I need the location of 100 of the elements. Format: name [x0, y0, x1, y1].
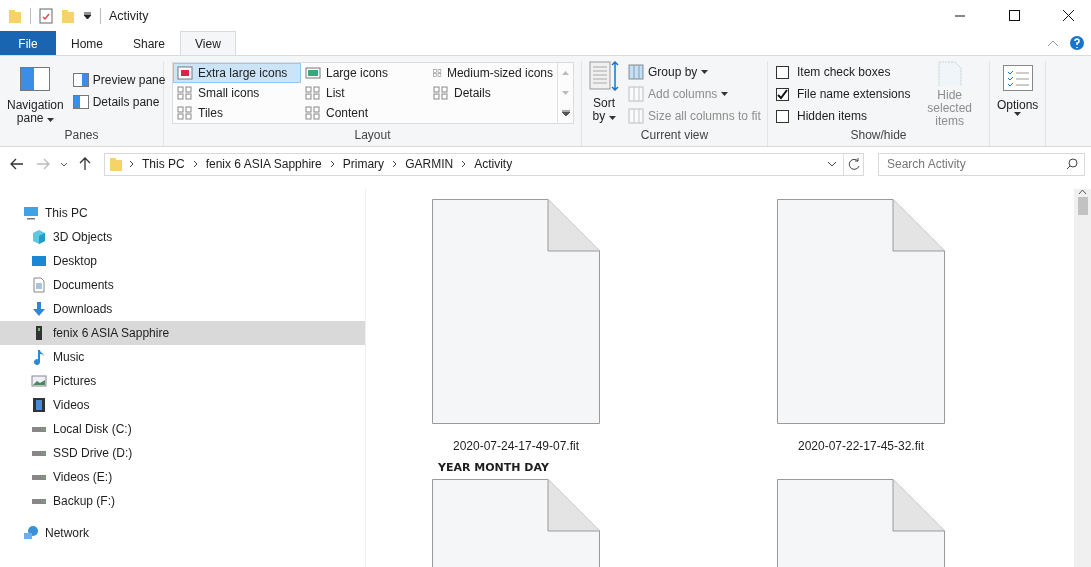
ribbon-tab[interactable]: Share: [118, 31, 181, 55]
checkbox[interactable]: [776, 65, 789, 79]
group-title: Panes: [64, 128, 99, 144]
layout-option[interactable]: List: [301, 83, 429, 103]
layout-option[interactable]: Details: [429, 83, 557, 103]
dropdown-icon[interactable]: [827, 161, 837, 167]
pane-button[interactable]: Preview pane: [70, 69, 168, 91]
page-icon: [937, 61, 962, 86]
chevron-icon: [192, 160, 198, 168]
options-icon: [1002, 65, 1033, 91]
view-layout-icon: [305, 66, 321, 80]
folder-icon: [8, 7, 22, 24]
pane-icon: [72, 95, 89, 109]
group-title: Current view: [640, 128, 709, 144]
nav-item[interactable]: 3D Objects: [0, 225, 365, 249]
caret-icon: [1014, 112, 1022, 116]
address-bar[interactable]: This PC fenix 6 ASIA Sapphire Primary GARMIN Activity: [104, 152, 864, 176]
computer-icon: [23, 205, 39, 221]
layout-option[interactable]: Large icons: [301, 63, 429, 83]
navigation-pane-icon: [20, 67, 51, 91]
up-triangle-icon: [562, 71, 569, 75]
nav-item[interactable]: Local Disk (C:): [0, 417, 365, 441]
nav-item[interactable]: Documents: [0, 273, 365, 297]
window-title: Activity: [109, 8, 149, 23]
nav-item[interactable]: Downloads: [0, 297, 365, 321]
pane-button[interactable]: Details pane: [70, 91, 168, 113]
layout-option[interactable]: Content: [301, 103, 429, 123]
properties-icon[interactable]: [39, 7, 53, 24]
view-layout-icon: [305, 86, 321, 100]
sort-icon: [589, 61, 619, 91]
desktop-icon: [31, 253, 47, 269]
file-icon: [777, 199, 945, 424]
pane-icon: [72, 73, 89, 87]
back-arrow-icon: [10, 158, 24, 170]
down-arrow-icon: [31, 301, 47, 317]
film-icon: [31, 397, 47, 413]
breadcrumb[interactable]: GARMIN: [403, 157, 456, 171]
view-layout-icon: [433, 86, 449, 100]
file-icon: [432, 199, 600, 424]
layout-option[interactable]: Extra large icons: [173, 63, 301, 83]
scrollbar[interactable]: [1074, 189, 1091, 567]
group-title: Layout: [354, 128, 391, 144]
nav-item[interactable]: Videos (E:): [0, 465, 365, 489]
up-arrow-icon: [79, 157, 91, 171]
view-command[interactable]: Group by: [626, 61, 763, 83]
drive-icon: [31, 426, 47, 432]
breadcrumb[interactable]: Primary: [340, 157, 387, 171]
nav-item[interactable]: Backup (F:): [0, 489, 365, 513]
sort-by-button[interactable]: Sort by: [586, 61, 622, 128]
dropdown-icon[interactable]: [83, 11, 92, 20]
maximize-icon: [1008, 10, 1020, 21]
file-name: 2020-07-24-17-49-07.fit: [452, 439, 580, 453]
nav-item[interactable]: Music: [0, 345, 365, 369]
view-layout-icon: [433, 66, 442, 80]
nav-item[interactable]: This PC: [0, 201, 365, 225]
scroll-thumb[interactable]: [1077, 197, 1088, 215]
nav-item[interactable]: Pictures: [0, 369, 365, 393]
checkbox[interactable]: [776, 109, 789, 123]
columns-icon: [628, 108, 644, 124]
checkbox-label: Item check boxes: [797, 65, 891, 79]
breadcrumb[interactable]: Activity: [472, 157, 515, 171]
layout-option[interactable]: Medium-sized icons: [429, 63, 557, 83]
nav-item[interactable]: Desktop: [0, 249, 365, 273]
layout-option[interactable]: Tiles: [173, 103, 301, 123]
checkbox-label: File name extensions: [797, 87, 911, 101]
caret-icon: [721, 92, 729, 96]
nav-item[interactable]: fenix 6 ASIA Sapphire: [0, 321, 365, 345]
annotation-text: YEAR MONTH DAY: [438, 461, 549, 474]
columns-icon: [628, 86, 644, 102]
ribbon-tab[interactable]: View: [180, 31, 236, 55]
view-layout-icon: [177, 66, 193, 80]
nav-item[interactable]: Network: [0, 521, 365, 545]
folder-icon: [109, 156, 123, 172]
drive-icon: [31, 498, 47, 504]
nav-item[interactable]: Videos: [0, 393, 365, 417]
nav-item[interactable]: SSD Drive (D:): [0, 441, 365, 465]
file-menu-tab[interactable]: File: [0, 31, 56, 55]
breadcrumb[interactable]: This PC: [140, 157, 187, 171]
cube-icon: [31, 229, 47, 245]
search-field[interactable]: Search Activity: [878, 152, 1085, 176]
caret-icon: [608, 116, 616, 120]
document-icon: [31, 277, 47, 293]
caret-icon: [701, 70, 709, 74]
caret-icon: [46, 118, 54, 122]
view-layout-icon: [177, 86, 193, 100]
breadcrumb[interactable]: fenix 6 ASIA Sapphire: [203, 157, 324, 171]
ribbon-tab[interactable]: Home: [56, 31, 118, 55]
view-layout-icon: [177, 106, 193, 120]
chevron-icon: [461, 160, 467, 168]
scroll-up-icon[interactable]: [1078, 189, 1087, 195]
drive-icon: [31, 474, 47, 480]
columns-icon: [628, 64, 644, 80]
chevron-icon: [392, 160, 398, 168]
layout-option[interactable]: Small icons: [173, 83, 301, 103]
options-button[interactable]: Options: [994, 61, 1042, 146]
checkbox[interactable]: [776, 87, 789, 101]
navigation-pane-button[interactable]: Navigation pane: [4, 61, 67, 128]
chevron-icon: [329, 160, 335, 168]
close-icon: [1062, 10, 1074, 21]
music-note-icon: [31, 349, 47, 365]
